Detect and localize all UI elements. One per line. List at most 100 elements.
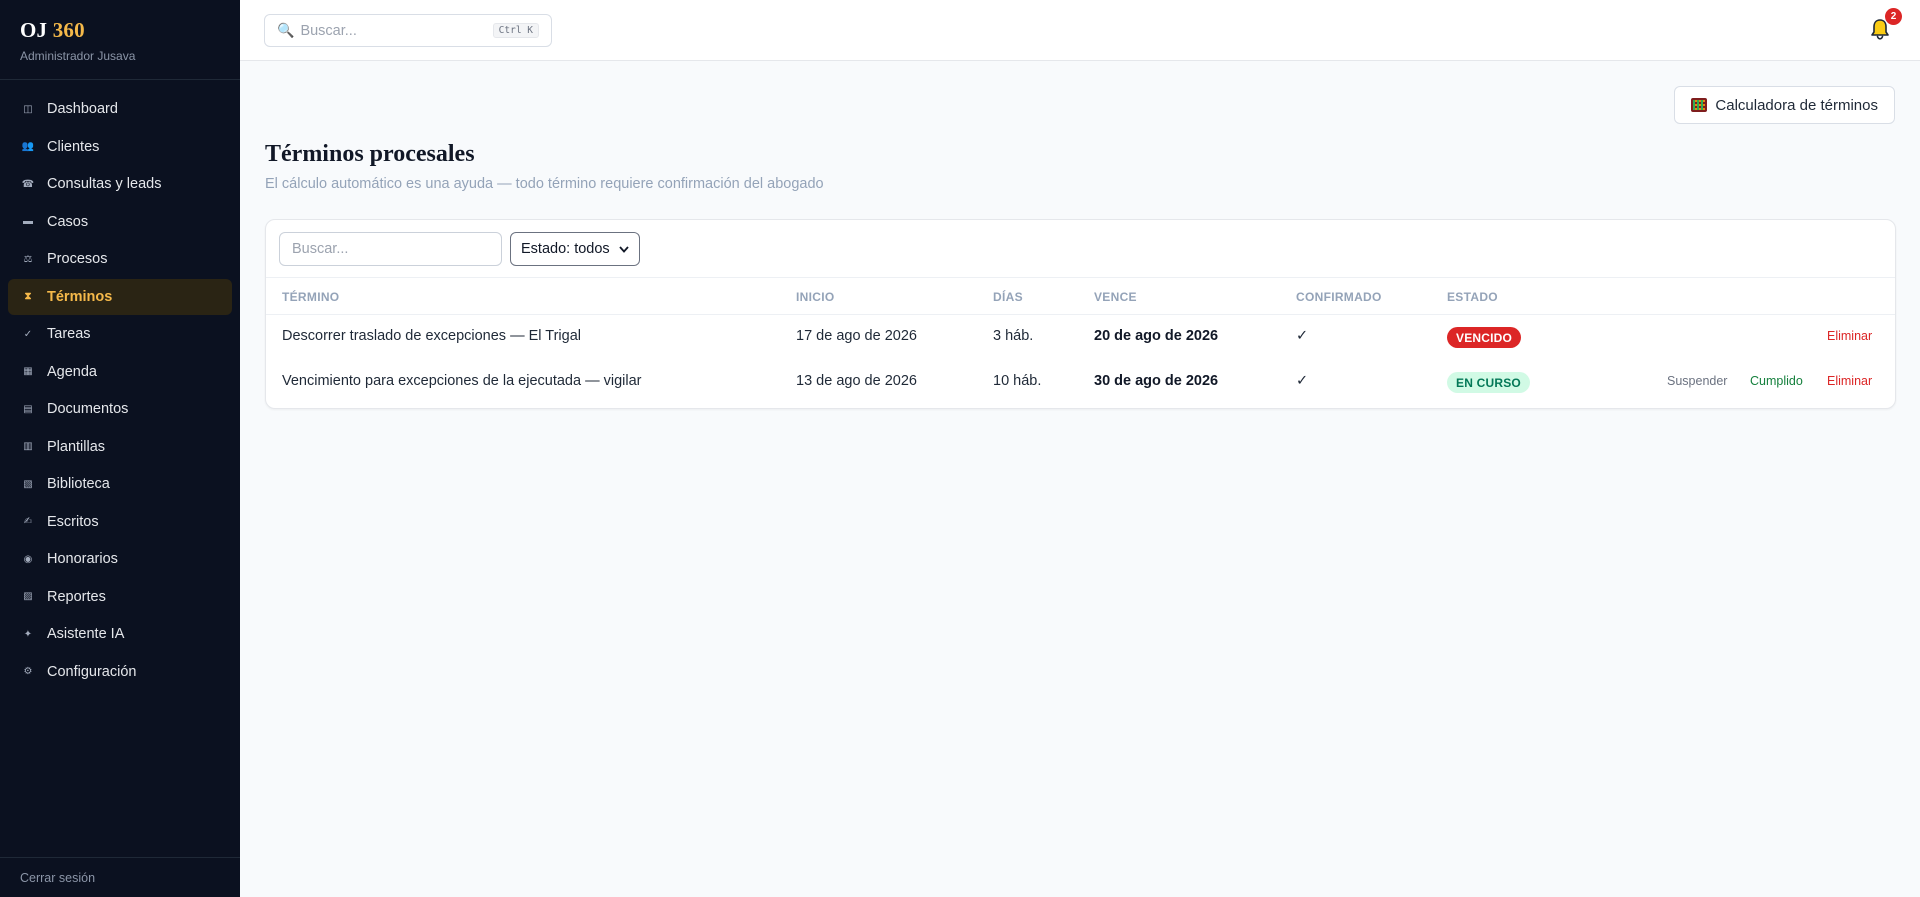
app-logo[interactable]: OJ 360 bbox=[20, 18, 220, 43]
notifications-count-badge: 2 bbox=[1885, 8, 1902, 25]
calculator-button-label: Calculadora de términos bbox=[1715, 96, 1878, 114]
sidebar-item-documentos[interactable]: ▤ Documentos bbox=[8, 391, 232, 427]
sidebar-item-escritos[interactable]: ✍ Escritos bbox=[8, 504, 232, 540]
sidebar-item-label: Escritos bbox=[47, 513, 99, 530]
termino-cell: Vencimiento para excepciones de la ejecu… bbox=[282, 373, 642, 389]
status-filter-value: Estado: todos bbox=[521, 241, 610, 257]
sidebar-item-honorarios[interactable]: ◉ Honorarios bbox=[8, 541, 232, 577]
sidebar-item-label: Biblioteca bbox=[47, 476, 110, 492]
sidebar-item-biblioteca[interactable]: ▧ Biblioteca bbox=[8, 466, 232, 502]
main-content: Calculadora de términos Términos procesa… bbox=[240, 61, 1920, 897]
confirmed-check-icon: ✓ bbox=[1296, 328, 1309, 344]
hourglass-icon: ⧗ bbox=[24, 291, 32, 302]
sidebar-item-label: Tareas bbox=[47, 326, 91, 342]
table-row: Descorrer traslado de excepciones — El T… bbox=[266, 315, 1895, 360]
sidebar-item-casos[interactable]: ▬ Casos bbox=[8, 204, 232, 240]
shortcut-hint: Ctrl K bbox=[492, 23, 539, 38]
sidebar-item-label: Plantillas bbox=[47, 438, 106, 455]
sidebar-item-label: Clientes bbox=[47, 138, 100, 155]
vence-cell: 30 de ago de 2026 bbox=[1094, 373, 1219, 389]
sidebar-item-label: Honorarios bbox=[47, 551, 118, 567]
global-search[interactable]: 🔍 Ctrl K bbox=[264, 14, 552, 47]
sidebar-item-label: Procesos bbox=[47, 251, 108, 267]
column-header-inicio[interactable]: INICIO bbox=[796, 290, 834, 304]
abacus-icon bbox=[1691, 98, 1708, 112]
eliminar-button[interactable]: Eliminar bbox=[1827, 329, 1872, 343]
column-header-estado[interactable]: ESTADO bbox=[1447, 290, 1498, 304]
clipboard-icon: ▥ bbox=[23, 441, 33, 452]
global-search-input[interactable] bbox=[300, 22, 493, 39]
sidebar-item-reportes[interactable]: ▨ Reportes bbox=[8, 579, 232, 615]
dashboard-icon: ◫ bbox=[23, 103, 33, 115]
sidebar-item-tareas[interactable]: ✓ Tareas bbox=[8, 316, 232, 352]
column-header-vence[interactable]: VENCE bbox=[1094, 290, 1137, 304]
table-row: Vencimiento para excepciones de la ejecu… bbox=[266, 360, 1895, 405]
check-icon: ✓ bbox=[23, 328, 33, 340]
sidebar-item-label: Términos bbox=[47, 288, 113, 305]
sidebar-item-label: Consultas y leads bbox=[47, 176, 162, 192]
sidebar-item-label: Agenda bbox=[47, 363, 97, 380]
sidebar-item-label: Asistente IA bbox=[47, 626, 125, 642]
eliminar-button[interactable]: Eliminar bbox=[1827, 374, 1872, 388]
sparkle-icon: ✦ bbox=[23, 628, 33, 640]
sidebar-item-consultas[interactable]: ☎ Consultas y leads bbox=[8, 166, 232, 202]
search-icon: 🔍 bbox=[277, 22, 295, 38]
sidebar-item-clientes[interactable]: 👥 Clientes bbox=[8, 129, 232, 165]
money-bag-icon: ◉ bbox=[23, 553, 33, 565]
column-header-dias[interactable]: DÍAS bbox=[993, 290, 1023, 304]
sidebar-item-asistente-ia[interactable]: ✦ Asistente IA bbox=[8, 616, 232, 652]
books-icon: ▧ bbox=[23, 478, 33, 490]
sidebar-nav: ◫ Dashboard 👥 Clientes ☎ Consultas y leads … bbox=[0, 80, 240, 690]
inicio-cell: 13 de ago de 2026 bbox=[796, 373, 917, 389]
filters-bar: Estado: todos bbox=[266, 220, 1895, 278]
users-icon: 👥 bbox=[21, 141, 35, 152]
logout-link[interactable]: Cerrar sesión bbox=[0, 857, 240, 897]
sidebar-item-dashboard[interactable]: ◫ Dashboard bbox=[8, 91, 232, 127]
sidebar-item-label: Configuración bbox=[47, 663, 137, 680]
scales-icon: ⚖ bbox=[23, 253, 33, 265]
dias-cell: 10 háb. bbox=[993, 373, 1042, 389]
column-header-termino[interactable]: TÉRMINO bbox=[282, 290, 339, 304]
gear-icon: ⚙ bbox=[23, 666, 33, 677]
chevron-down-icon bbox=[619, 245, 629, 253]
document-icon: ▤ bbox=[23, 403, 33, 415]
sidebar-item-agenda[interactable]: ▦ Agenda bbox=[8, 354, 232, 390]
sidebar: OJ 360 Administrador Jusava ◫ Dashboard 👥… bbox=[0, 0, 240, 897]
column-header-confirmado[interactable]: CONFIRMADO bbox=[1296, 290, 1382, 304]
sidebar-item-label: Casos bbox=[47, 213, 89, 230]
topbar: 🔍 Ctrl K 2 bbox=[240, 0, 1920, 61]
notifications-button[interactable]: 2 bbox=[1867, 8, 1902, 46]
sidebar-item-plantillas[interactable]: ▥ Plantillas bbox=[8, 429, 232, 465]
status-badge: EN CURSO bbox=[1447, 372, 1530, 393]
current-user: Administrador Jusava bbox=[20, 49, 136, 63]
vence-cell: 20 de ago de 2026 bbox=[1094, 328, 1219, 344]
calendar-icon: ▦ bbox=[23, 366, 33, 377]
sidebar-item-label: Dashboard bbox=[47, 101, 118, 117]
status-filter-select[interactable]: Estado: todos bbox=[510, 232, 640, 266]
calculator-button[interactable]: Calculadora de términos bbox=[1674, 86, 1895, 124]
phone-icon: ☎ bbox=[21, 178, 35, 190]
sidebar-item-label: Reportes bbox=[47, 588, 106, 605]
table-header: TÉRMINO INICIO DÍAS VENCE CONFIRMADO EST… bbox=[266, 278, 1895, 315]
sidebar-item-configuracion[interactable]: ⚙ Configuración bbox=[8, 654, 232, 690]
sidebar-item-terminos[interactable]: ⧗ Términos bbox=[8, 278, 232, 315]
cumplido-button[interactable]: Cumplido bbox=[1750, 374, 1803, 388]
page-title: Términos procesales bbox=[265, 141, 475, 167]
suspender-button[interactable]: Suspender bbox=[1667, 374, 1727, 388]
termino-cell: Descorrer traslado de excepciones — El T… bbox=[282, 328, 581, 344]
brand: OJ 360 Administrador Jusava bbox=[0, 0, 240, 80]
inicio-cell: 17 de ago de 2026 bbox=[796, 328, 917, 344]
sidebar-item-label: Documentos bbox=[47, 401, 129, 417]
logo-accent-text: 360 bbox=[52, 18, 85, 42]
dias-cell: 3 háb. bbox=[993, 328, 1034, 344]
page-subtitle: El cálculo automático es una ayuda — tod… bbox=[265, 176, 824, 192]
table-search-input[interactable] bbox=[279, 232, 502, 266]
briefcase-icon: ▬ bbox=[23, 216, 33, 227]
sidebar-item-procesos[interactable]: ⚖ Procesos bbox=[8, 241, 232, 277]
bar-chart-icon: ▨ bbox=[23, 591, 33, 602]
logo-text: OJ bbox=[20, 18, 53, 42]
status-badge: VENCIDO bbox=[1447, 327, 1522, 348]
writing-hand-icon: ✍ bbox=[23, 516, 33, 527]
confirmed-check-icon: ✓ bbox=[1296, 373, 1309, 389]
terms-table-card: Estado: todos TÉRMINO INICIO DÍAS VENCE … bbox=[265, 219, 1896, 409]
